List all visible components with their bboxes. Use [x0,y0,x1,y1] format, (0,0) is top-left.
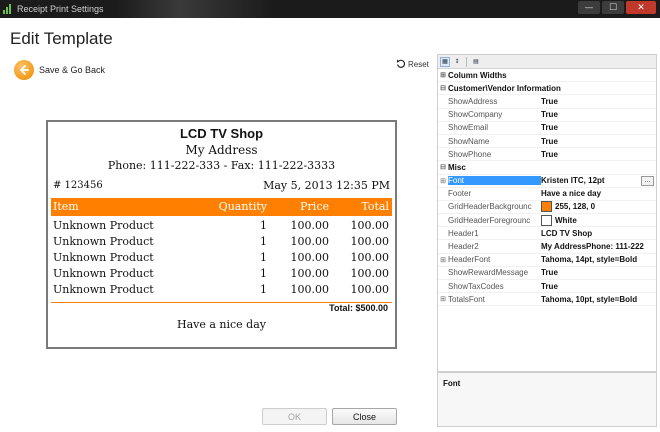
receipt-header3: Phone: 111-222-333 - Fax: 111-222-3333 [107,159,336,172]
row-quantity: 1 [260,251,267,264]
row-total: 100.00 [350,219,390,232]
save-and-go-back-button[interactable]: Save & Go Back [14,60,105,80]
property-row[interactable]: ShowName True [438,135,656,149]
expand-icon[interactable]: ⊞ [438,71,448,79]
receipt-row: Unknown Product 1 100.00 100.00 [51,251,392,267]
property-row[interactable]: ⊞ TotalsFont Tahoma, 10pt, style=Bold [438,293,656,307]
property-row[interactable]: ShowEmail True [438,122,656,135]
receipt-date: May 5, 2013 12:35 PM [263,179,390,192]
property-row[interactable]: ShowPhone True [438,148,656,162]
receipt-row: Unknown Product 1 100.00 100.00 [51,235,392,251]
row-total: 100.00 [350,251,390,264]
row-quantity: 1 [260,267,267,280]
row-price: 100.00 [290,251,330,264]
column-item: Item [53,200,79,213]
column-price: Price [300,200,329,213]
description-title: Font [443,379,461,388]
category-misc[interactable]: ⊟ Misc [438,161,656,175]
row-quantity: 1 [260,235,267,248]
reset-label: Reset [408,59,429,69]
column-total: Total [361,200,389,213]
maximize-button[interactable]: ☐ [602,1,624,14]
property-description-panel: Font [437,372,657,427]
row-price: 100.00 [290,219,330,232]
property-pages-icon[interactable]: ▤ [471,57,481,67]
receipt-preview: LCD TV Shop My Address Phone: 111-222-33… [46,120,397,349]
color-swatch [541,214,552,226]
row-quantity: 1 [260,219,267,232]
minimize-button[interactable]: — [578,1,600,14]
window-title: Receipt Print Settings [17,4,104,14]
reset-button[interactable]: Reset [396,59,429,69]
property-row[interactable]: ShowCompany True [438,109,656,122]
property-row[interactable]: Header1 LCD TV Shop [438,227,656,241]
expand-icon[interactable]: ⊞ [438,295,448,303]
category-column-widths[interactable]: ⊞ Column Widths [438,69,656,83]
column-quantity: Quantity [218,200,267,213]
close-button[interactable]: Close [332,408,397,425]
property-row[interactable]: ⊞ HeaderFont Tahoma, 14pt, style=Bold [438,254,656,267]
property-row[interactable]: Header2 My AddressPhone: 111-222 [438,240,656,254]
color-swatch [541,201,552,213]
collapse-icon[interactable]: ⊟ [438,163,448,171]
property-grid: ▦ ↕ ▤ ⊞ Column Widths ⊟ Customer\Vendor … [437,54,657,372]
property-row-font[interactable]: ⊞ Font Kristen ITC, 12pt ... [438,175,656,188]
ok-button[interactable]: OK [262,408,327,425]
expand-icon[interactable]: ⊞ [438,177,448,185]
row-total: 100.00 [350,283,390,296]
receipt-header1: LCD TV Shop [179,126,264,141]
receipt-row: Unknown Product 1 100.00 100.00 [51,219,392,235]
receipt-total: Total: $500.00 [329,303,388,313]
property-grid-toolbar: ▦ ↕ ▤ [438,55,656,69]
receipt-header2: My Address [185,143,258,157]
receipt-row: Unknown Product 1 100.00 100.00 [51,267,392,283]
row-total: 100.00 [350,235,390,248]
page-title: Edit Template [10,29,113,48]
property-row[interactable]: GridHeaderForegrounc White [438,214,656,228]
app-icon [3,4,13,14]
reset-icon [397,59,406,68]
category-customer-vendor[interactable]: ⊟ Customer\Vendor Information [438,82,656,96]
alphabetical-sort-icon[interactable]: ↕ [452,57,462,67]
row-price: 100.00 [290,267,330,280]
property-row[interactable]: ShowRewardMessage True [438,267,656,280]
collapse-icon[interactable]: ⊟ [438,84,448,92]
categorized-view-icon[interactable]: ▦ [440,56,450,67]
receipt-grid-header: Item Quantity Price Total [51,198,392,216]
receipt-footer: Have a nice day [176,318,266,331]
back-arrow-icon [14,60,34,80]
property-row[interactable]: ShowTaxCodes True [438,280,656,294]
receipt-number: # 123456 [53,180,103,191]
edit-template-window: Edit Template Save & Go Back Reset LCD T… [0,18,660,432]
expand-icon[interactable]: ⊞ [438,256,448,264]
receipt-row: Unknown Product 1 100.00 100.00 [51,283,392,299]
font-ellipsis-button[interactable]: ... [641,175,654,186]
row-item: Unknown Product [53,283,154,296]
row-quantity: 1 [260,283,267,296]
close-window-button[interactable]: ✕ [626,1,656,14]
row-item: Unknown Product [53,251,154,264]
row-item: Unknown Product [53,219,154,232]
row-item: Unknown Product [53,267,154,280]
title-bar: Receipt Print Settings — ☐ ✕ [0,0,660,18]
property-row[interactable]: Footer Have a nice day [438,188,656,201]
row-total: 100.00 [350,267,390,280]
property-row[interactable]: GridHeaderBackgrounc 255, 128, 0 [438,201,656,215]
property-row[interactable]: ShowAddress True [438,95,656,109]
row-price: 100.00 [290,235,330,248]
row-price: 100.00 [290,283,330,296]
row-item: Unknown Product [53,235,154,248]
save-and-go-back-label: Save & Go Back [39,65,106,75]
